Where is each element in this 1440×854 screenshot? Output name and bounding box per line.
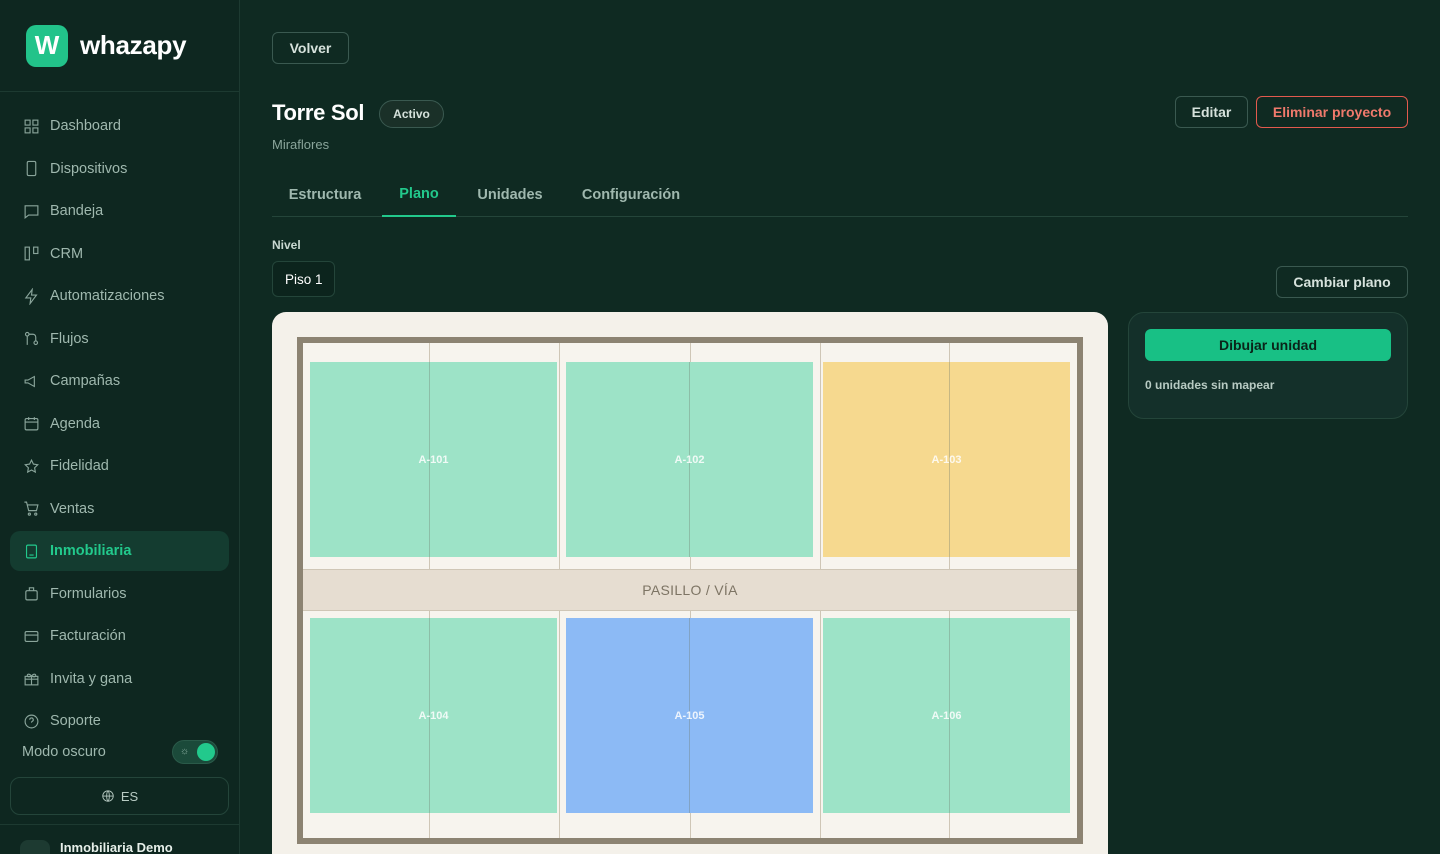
unit-a-106[interactable]: A-106 bbox=[823, 618, 1070, 813]
sidebar: W whazapy Dashboard Dispositivos Bandeja… bbox=[0, 0, 240, 854]
sidebar-item-inmobiliaria[interactable]: Inmobiliaria bbox=[10, 531, 229, 571]
sidebar-item-fidelidad[interactable]: Fidelidad bbox=[10, 446, 229, 486]
change-plan-button[interactable]: Cambiar plano bbox=[1276, 266, 1408, 298]
tab-configuracion[interactable]: Configuración bbox=[570, 172, 692, 217]
sidebar-item-label: Invita y gana bbox=[50, 670, 133, 687]
draw-unit-button[interactable]: Dibujar unidad bbox=[1145, 329, 1391, 361]
smartphone-icon bbox=[22, 160, 40, 178]
floor-plan: A-101 A-102 A-103 PASILLO / VÍA A-104 A-… bbox=[272, 312, 1108, 854]
level-select[interactable]: Piso 1 bbox=[272, 261, 335, 297]
unit-a-104[interactable]: A-104 bbox=[310, 618, 557, 813]
sidebar-item-agenda[interactable]: Agenda bbox=[10, 404, 229, 444]
tab-estructura[interactable]: Estructura bbox=[272, 172, 378, 217]
edit-button[interactable]: Editar bbox=[1175, 96, 1248, 128]
unit-a-101[interactable]: A-101 bbox=[310, 362, 557, 557]
sidebar-item-ventas[interactable]: Ventas bbox=[10, 489, 229, 529]
sidebar-item-dashboard[interactable]: Dashboard bbox=[10, 106, 229, 146]
zap-icon bbox=[22, 287, 40, 305]
globe-icon bbox=[102, 790, 114, 802]
sidebar-item-label: Flujos bbox=[50, 330, 89, 347]
sidebar-item-label: Soporte bbox=[50, 713, 101, 729]
calendar-icon bbox=[22, 415, 40, 433]
sidebar-item-dispositivos[interactable]: Dispositivos bbox=[10, 149, 229, 189]
sun-icon: ☼ bbox=[180, 746, 190, 757]
sidebar-item-label: Dashboard bbox=[50, 118, 121, 134]
unit-label: A-101 bbox=[418, 453, 449, 466]
language-label: ES bbox=[120, 788, 139, 804]
credit-card-icon bbox=[22, 627, 40, 645]
back-button[interactable]: Volver bbox=[272, 32, 349, 64]
sidebar-item-label: Agenda bbox=[50, 415, 100, 432]
project-location: Miraflores bbox=[272, 137, 330, 152]
level-label: Nivel bbox=[272, 238, 301, 252]
sidebar-item-label: Campañas bbox=[50, 373, 121, 389]
account-row[interactable]: Inmobiliaria Demo bbox=[0, 824, 240, 854]
page-title: Torre Sol bbox=[272, 100, 365, 125]
cart-icon bbox=[22, 500, 40, 518]
megaphone-icon bbox=[22, 372, 40, 390]
sidebar-item-campanas[interactable]: Campañas bbox=[10, 361, 229, 401]
sidebar-item-label: Inmobiliaria bbox=[50, 543, 132, 559]
sidebar-item-label: CRM bbox=[50, 245, 84, 262]
clipboard-icon bbox=[22, 585, 40, 603]
draw-panel: Dibujar unidad 0 unidades sin mapear bbox=[1128, 312, 1408, 419]
brand-logo-icon: W bbox=[26, 24, 68, 67]
tab-plano[interactable]: Plano bbox=[382, 172, 456, 217]
sidebar-item-soporte[interactable]: Soporte bbox=[10, 701, 229, 741]
sidebar-nav: Dashboard Dispositivos Bandeja CRM Autom… bbox=[0, 92, 239, 741]
unit-label: A-105 bbox=[674, 709, 705, 722]
unit-a-102[interactable]: A-102 bbox=[566, 362, 813, 557]
language-selector[interactable]: ES bbox=[10, 777, 229, 815]
star-icon bbox=[22, 457, 40, 475]
unmapped-count: 0 unidades sin mapear bbox=[1145, 378, 1275, 392]
sidebar-item-label: Fidelidad bbox=[50, 458, 109, 474]
account-name: Inmobiliaria Demo bbox=[60, 840, 173, 854]
unit-label: A-102 bbox=[674, 453, 705, 466]
brand-name: whazapy bbox=[80, 30, 187, 60]
unit-label: A-103 bbox=[931, 453, 962, 466]
kanban-icon bbox=[22, 245, 40, 263]
dark-mode-row: Modo oscuro ☼ bbox=[22, 740, 218, 764]
message-icon bbox=[22, 202, 40, 220]
sidebar-item-label: Ventas bbox=[50, 500, 95, 517]
sidebar-item-automatizaciones[interactable]: Automatizaciones bbox=[10, 276, 229, 316]
unit-a-103[interactable]: A-103 bbox=[823, 362, 1070, 557]
sidebar-item-flujos[interactable]: Flujos bbox=[10, 319, 229, 359]
tab-unidades[interactable]: Unidades bbox=[466, 172, 554, 217]
git-branch-icon bbox=[22, 330, 40, 348]
help-icon bbox=[22, 712, 40, 730]
gift-icon bbox=[22, 670, 40, 688]
sidebar-item-crm[interactable]: CRM bbox=[10, 234, 229, 274]
sidebar-item-label: Dispositivos bbox=[50, 160, 128, 177]
avatar bbox=[20, 840, 50, 854]
sidebar-item-label: Bandeja bbox=[50, 203, 104, 219]
grid-icon bbox=[22, 117, 40, 135]
sidebar-item-label: Facturación bbox=[50, 628, 126, 644]
sidebar-item-bandeja[interactable]: Bandeja bbox=[10, 191, 229, 231]
delete-project-button[interactable]: Eliminar proyecto bbox=[1256, 96, 1408, 128]
building-icon bbox=[22, 542, 40, 560]
brand[interactable]: W whazapy bbox=[0, 0, 239, 92]
unit-label: A-106 bbox=[931, 709, 962, 722]
dark-mode-toggle[interactable]: ☼ bbox=[172, 740, 218, 764]
sidebar-item-facturacion[interactable]: Facturación bbox=[10, 616, 229, 656]
sidebar-item-label: Automatizaciones bbox=[50, 288, 165, 304]
sidebar-item-formularios[interactable]: Formularios bbox=[10, 574, 229, 614]
status-badge: Activo bbox=[379, 100, 444, 128]
floor-plan-frame: A-101 A-102 A-103 PASILLO / VÍA A-104 A-… bbox=[297, 337, 1083, 844]
sidebar-item-label: Formularios bbox=[50, 585, 127, 602]
unit-label: A-104 bbox=[418, 709, 449, 722]
unit-a-105[interactable]: A-105 bbox=[566, 618, 813, 813]
sidebar-item-invita-y-gana[interactable]: Invita y gana bbox=[10, 659, 229, 699]
toggle-knob bbox=[197, 743, 215, 761]
tabs: Estructura Plano Unidades Configuración bbox=[272, 172, 1408, 217]
dark-mode-label: Modo oscuro bbox=[22, 744, 106, 760]
corridor: PASILLO / VÍA bbox=[303, 569, 1077, 611]
